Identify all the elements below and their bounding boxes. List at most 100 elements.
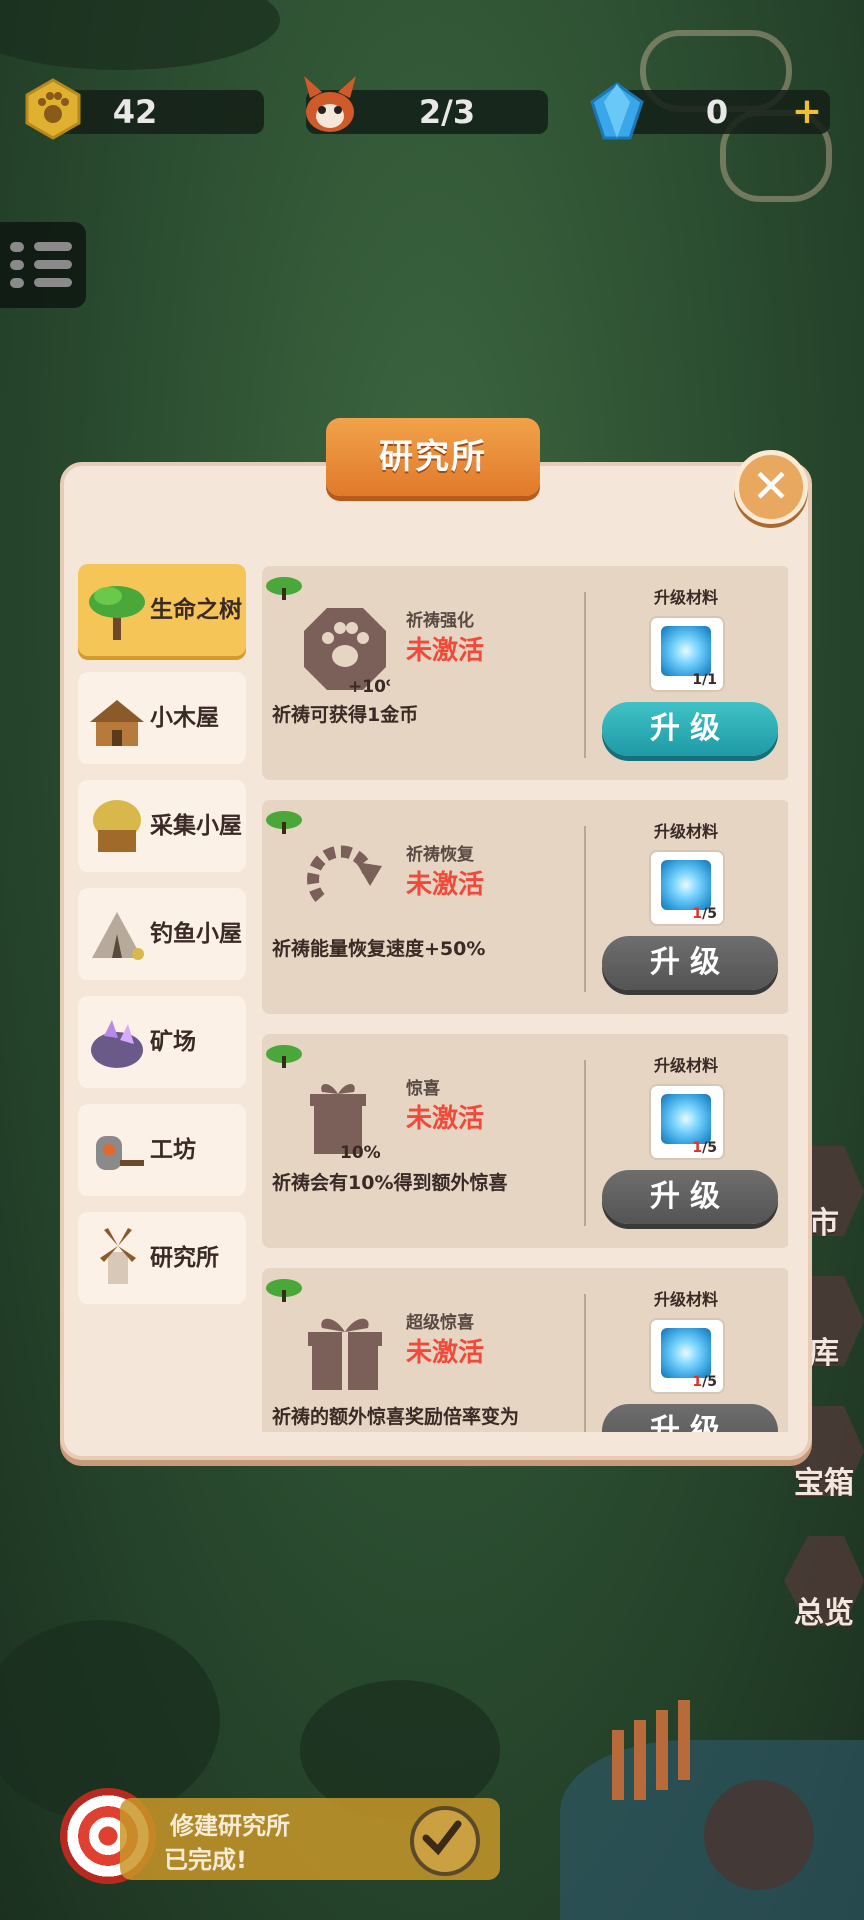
upgrade-label: 升级 — [650, 945, 730, 980]
material-label: 升级材料 — [653, 1056, 718, 1075]
overview-button[interactable]: 总览 — [784, 1536, 864, 1631]
icon-percent-label: 10% — [340, 1143, 381, 1162]
category-workshop[interactable]: 工坊 — [78, 1104, 246, 1196]
research-name: 惊喜 — [406, 1079, 440, 1099]
research-description: 祈祷能量恢复速度+50% — [272, 938, 486, 960]
category-fishing-hut[interactable]: 钓鱼小屋 — [78, 888, 246, 980]
panel-title-tab: 研究所 — [326, 418, 540, 496]
coin-value: 42 — [112, 93, 158, 131]
upgrade-button[interactable]: 升级 — [602, 702, 778, 756]
ice-cube-icon — [661, 1328, 711, 1378]
card-divider — [584, 592, 586, 758]
category-label: 钓鱼小屋 — [150, 921, 242, 947]
ice-cube-icon — [661, 860, 711, 910]
material-label: 升级材料 — [653, 822, 718, 841]
category-label: 小木屋 — [150, 705, 219, 731]
category-label: 生命之树 — [150, 597, 242, 623]
category-research-lab[interactable]: 研究所 — [78, 1212, 246, 1304]
research-card: 超级惊喜 未激活 祈祷的额外惊喜奖励倍率变为 升级材料 1/5 升级 — [262, 1268, 788, 1432]
gem-value: 0 — [705, 93, 729, 131]
card-divider — [584, 1294, 586, 1432]
icon-percent-label: +10% — [348, 677, 390, 694]
creature-value: 2/3 — [418, 93, 476, 131]
hut-icon — [93, 800, 141, 852]
research-card: +10% 祈祷强化 未激活 祈祷可获得1金币 升级材料 1/1 升级 — [262, 566, 788, 780]
tree-badge-icon — [266, 1279, 302, 1302]
category-mine[interactable]: 矿场 — [78, 996, 246, 1088]
windmill-icon — [100, 1228, 136, 1284]
category-cabin[interactable]: 小木屋 — [78, 672, 246, 764]
gift-icon: 10% — [310, 1084, 381, 1162]
menu-button[interactable] — [0, 222, 86, 308]
upgrade-button[interactable]: 升级 — [602, 1170, 778, 1224]
gem-icon — [590, 82, 644, 140]
material-count: 1/1 — [692, 672, 717, 688]
quest-status: 已完成! — [164, 1846, 247, 1874]
research-name: 祈祷强化 — [406, 611, 474, 631]
water-wheel — [704, 1780, 814, 1890]
research-description: 祈祷的额外惊喜奖励倍率变为 — [272, 1406, 520, 1428]
big-gift-icon — [308, 1318, 382, 1390]
fence-posts — [612, 1700, 702, 1810]
tree-badge-icon — [266, 577, 302, 600]
research-card: 祈祷恢复 未激活 祈祷能量恢复速度+50% 升级材料 1/5 升级 — [262, 800, 788, 1014]
material-count: 1/5 — [692, 1140, 717, 1156]
upgrade-button[interactable]: 升级 — [602, 936, 778, 990]
research-card-list[interactable]: +10% 祈祷强化 未激活 祈祷可获得1金币 升级材料 1/1 升级 祈祷恢复 … — [262, 566, 788, 1432]
close-icon: ✕ — [751, 459, 791, 513]
research-status: 未激活 — [406, 1104, 485, 1134]
ice-cube-icon — [661, 626, 711, 676]
category-tree-of-life[interactable]: 生命之树 — [78, 564, 246, 656]
upgrade-label: 升级 — [650, 711, 730, 746]
panel-title: 研究所 — [379, 437, 487, 477]
chest-label: 宝箱 — [794, 1466, 854, 1501]
material-slot[interactable]: 1/5 — [649, 1084, 725, 1160]
upgrade-button[interactable]: 升级 — [602, 1404, 778, 1432]
category-gathering-hut[interactable]: 采集小屋 — [78, 780, 246, 872]
category-label: 工坊 — [150, 1137, 196, 1163]
close-button[interactable]: ✕ — [734, 450, 808, 524]
paw-coin-icon — [25, 78, 81, 140]
paw-boost-icon: +10% — [304, 608, 390, 694]
add-gem-button[interactable]: + — [792, 92, 822, 132]
material-label: 升级材料 — [653, 1290, 718, 1309]
material-count: 1/5 — [692, 906, 717, 922]
upgrade-label: 升级 — [650, 1179, 730, 1214]
tree-icon — [89, 586, 145, 640]
category-label: 矿场 — [150, 1029, 196, 1055]
upgrade-label: 升级 — [650, 1413, 730, 1432]
material-label: 升级材料 — [653, 588, 718, 607]
tree-badge-icon — [266, 811, 302, 834]
tree-badge-icon — [266, 1045, 302, 1068]
category-label: 研究所 — [150, 1245, 219, 1271]
material-slot[interactable]: 1/5 — [649, 1318, 725, 1394]
coin-counter: 42 — [25, 78, 264, 140]
research-description: 祈祷会有10%得到额外惊喜 — [272, 1172, 508, 1194]
research-status: 未激活 — [406, 636, 485, 666]
menu-icon — [10, 242, 24, 252]
research-name: 超级惊喜 — [406, 1313, 474, 1333]
checkmark-icon — [410, 1806, 480, 1876]
gem-counter: 0 + — [590, 82, 830, 140]
research-name: 祈祷恢复 — [406, 845, 474, 865]
material-count: 1/5 — [692, 1374, 717, 1390]
tent-icon — [92, 912, 144, 960]
material-slot[interactable]: 1/1 — [649, 616, 725, 692]
cabin-icon — [90, 700, 144, 746]
category-label: 采集小屋 — [150, 813, 242, 839]
overview-label: 总览 — [794, 1596, 854, 1631]
card-divider — [584, 1060, 586, 1226]
research-card: 10% 惊喜 未激活 祈祷会有10%得到额外惊喜 升级材料 1/5 升级 — [262, 1034, 788, 1248]
creature-icon — [304, 76, 356, 132]
ice-cube-icon — [661, 1094, 711, 1144]
mine-icon — [91, 1020, 143, 1068]
workshop-icon — [96, 1136, 144, 1170]
quest-banner[interactable]: 修建研究所 已完成! — [120, 1798, 500, 1880]
creature-counter: 2/3 — [304, 76, 548, 134]
card-divider — [584, 826, 586, 992]
research-status: 未激活 — [406, 1338, 485, 1368]
research-status: 未激活 — [406, 870, 485, 900]
refresh-icon — [307, 845, 382, 902]
quest-title: 修建研究所 — [170, 1812, 290, 1840]
material-slot[interactable]: 1/5 — [649, 850, 725, 926]
